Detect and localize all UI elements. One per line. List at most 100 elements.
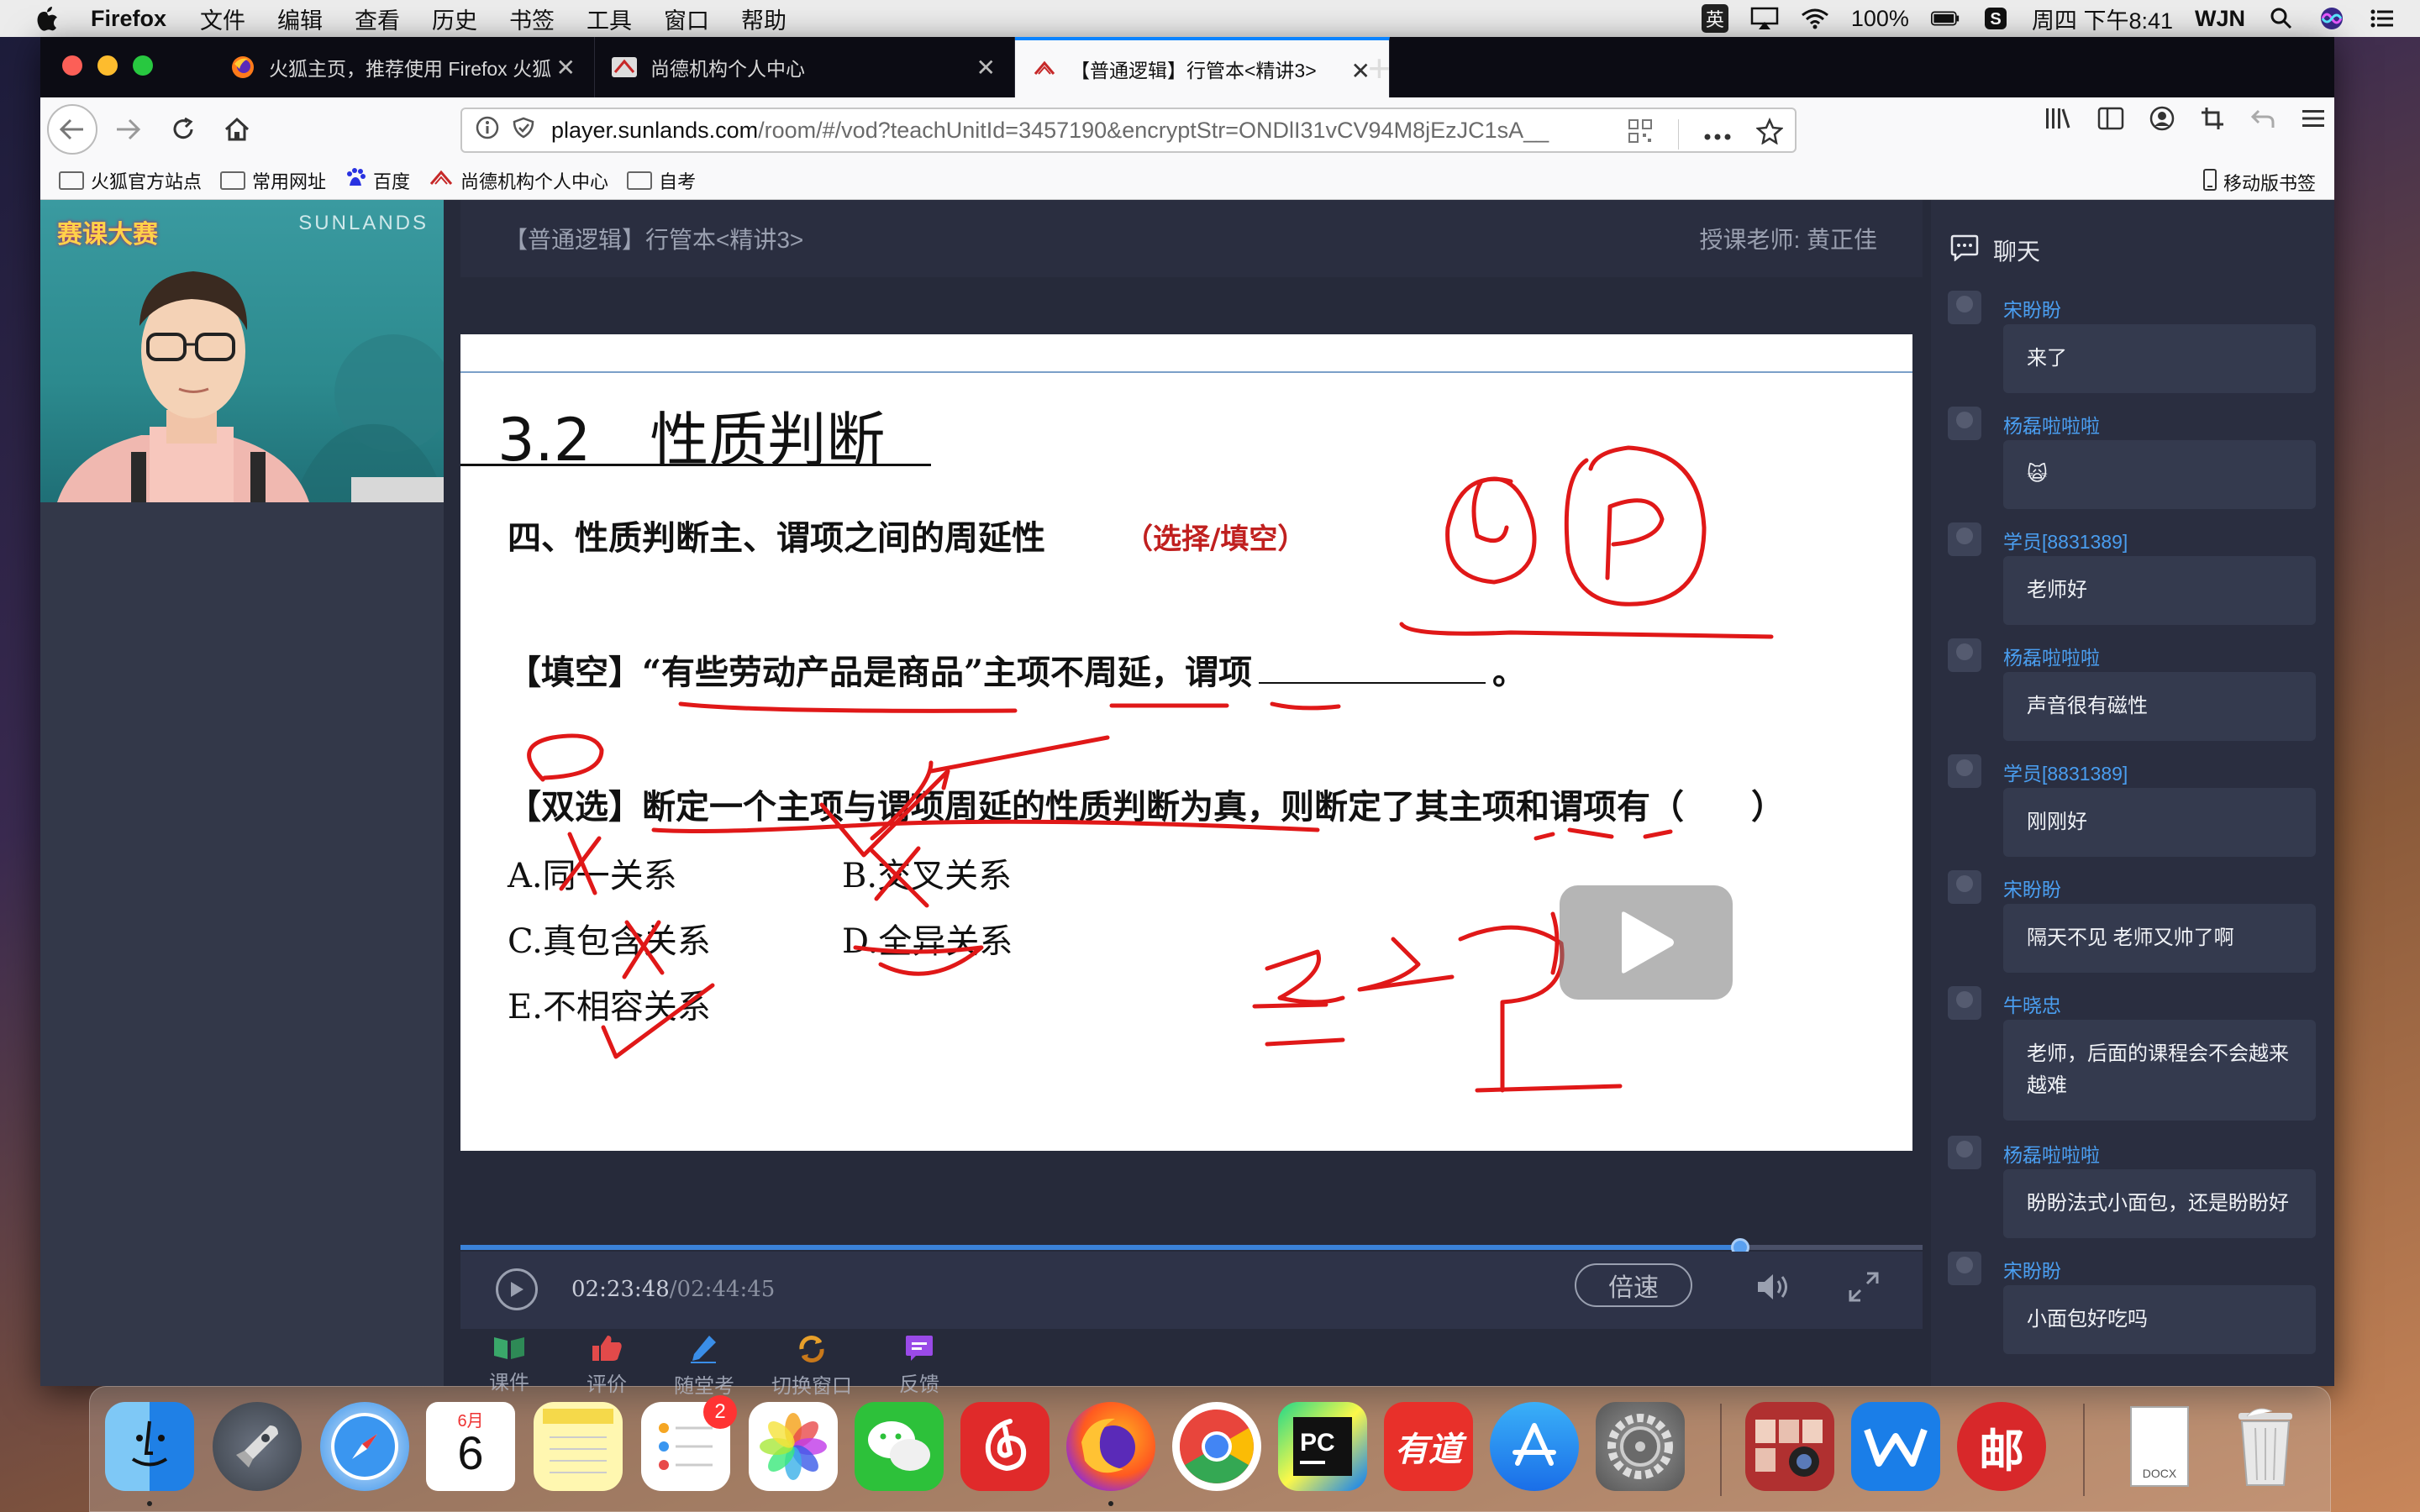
trash-icon[interactable]: [2221, 1402, 2310, 1491]
play-pause-button[interactable]: [496, 1268, 538, 1310]
close-tab-icon[interactable]: ✕: [976, 54, 996, 81]
running-indicator: [147, 1501, 152, 1506]
tab-lesson-active[interactable]: 【普通逻辑】行管本<精讲3> ✕: [1015, 37, 1390, 97]
mail-master-icon[interactable]: 邮: [1957, 1402, 2046, 1491]
bookmark-label: 自考: [659, 171, 697, 192]
menu-view[interactable]: 查看: [355, 3, 400, 35]
svg-text:S: S: [1990, 10, 2001, 29]
bookmark-mobile[interactable]: 移动版书签: [2202, 169, 2316, 196]
chat-message-list[interactable]: 宋盼盼 来了 杨磊啦啦啦 🙀 学员[8831389] 老师好 杨磊啦啦啦 声音很…: [1948, 291, 2317, 1368]
site-info-icon[interactable]: [476, 116, 501, 145]
menubar-clock[interactable]: 周四 下午8:41: [2032, 3, 2173, 35]
pycharm-icon[interactable]: PC: [1278, 1402, 1367, 1491]
notes-icon[interactable]: [534, 1402, 623, 1491]
lecture-slide[interactable]: 3.2 性质判断 四、性质判断主、谓项之间的周延性 （选择/填空） 【填空】“有…: [460, 334, 1912, 1151]
tool-switch-window[interactable]: 切换窗口: [753, 1329, 871, 1398]
notification-center-icon[interactable]: [2368, 6, 2396, 31]
chat-title: 聊天: [1993, 239, 2041, 265]
fullscreen-button[interactable]: [1847, 1270, 1889, 1312]
input-method-indicator[interactable]: 英: [1701, 4, 1728, 33]
app-store-icon[interactable]: [1490, 1402, 1579, 1491]
big-play-button[interactable]: [1560, 885, 1733, 1000]
progress-fill: [460, 1245, 1740, 1250]
forward-button[interactable]: [103, 104, 153, 155]
wifi-icon[interactable]: [1801, 6, 1829, 31]
battery-icon[interactable]: [1930, 6, 1960, 31]
chat-message: 杨磊啦啦啦 盼盼法式小面包，还是盼盼好: [1948, 1136, 2317, 1252]
library-icon[interactable]: [2044, 106, 2072, 135]
sidebar-icon[interactable]: [2097, 106, 2124, 135]
feedback-icon: [902, 1334, 936, 1362]
menu-edit[interactable]: 编辑: [277, 3, 323, 35]
zoom-window-button[interactable]: [133, 55, 153, 76]
page-actions-icon[interactable]: [1704, 121, 1731, 147]
volume-button[interactable]: [1754, 1270, 1797, 1312]
app-menu-firefox[interactable]: Firefox: [91, 6, 166, 32]
teacher-name: 授课老师: 黄正佳: [1699, 227, 1877, 253]
minimize-window-button[interactable]: [97, 55, 118, 76]
playback-progress-bar[interactable]: [460, 1238, 1923, 1257]
menu-bookmarks[interactable]: 书签: [509, 3, 555, 35]
bookmark-baidu[interactable]: 百度: [345, 167, 410, 194]
launchpad-icon[interactable]: [213, 1402, 302, 1491]
qr-code-icon[interactable]: [1628, 118, 1653, 150]
user-name[interactable]: WJN: [2195, 6, 2245, 32]
url-text[interactable]: player.sunlands.com/room/#/vod?teachUnit…: [551, 118, 1610, 144]
screenshot-icon[interactable]: [2200, 106, 2225, 135]
siri-icon[interactable]: [2317, 6, 2346, 31]
undo-icon[interactable]: [2250, 108, 2275, 134]
macos-menubar: Firefox 文件 编辑 查看 历史 书签 工具 窗口 帮助 英 100% S…: [0, 0, 2420, 37]
account-icon[interactable]: [2149, 106, 2175, 135]
bookmark-star-icon[interactable]: [1755, 117, 1784, 150]
teacher-webcam-video[interactable]: 赛课大赛 SUNLANDS: [40, 200, 444, 502]
tool-quiz[interactable]: 随堂考: [655, 1329, 753, 1398]
calendar-icon[interactable]: 6月 6: [426, 1402, 515, 1491]
calendar-day: 6: [457, 1426, 484, 1479]
spotlight-search-icon[interactable]: [2267, 6, 2296, 31]
address-bar[interactable]: player.sunlands.com/room/#/vod?teachUnit…: [460, 108, 1797, 153]
option-d: D.全异关系: [842, 922, 1013, 961]
menu-file[interactable]: 文件: [200, 3, 245, 35]
navigation-toolbar: player.sunlands.com/room/#/vod?teachUnit…: [40, 97, 2334, 161]
wps-icon[interactable]: [1851, 1402, 1940, 1491]
bookmark-sunlands-center[interactable]: 尚德机构个人中心: [429, 167, 608, 194]
reload-button[interactable]: [158, 104, 208, 155]
menu-window[interactable]: 窗口: [664, 3, 709, 35]
tab-firefox-home[interactable]: 火狐主页，推荐使用 Firefox 火狐 ✕: [213, 37, 595, 97]
youdao-dict-icon[interactable]: 有道: [1384, 1402, 1473, 1491]
netease-music-icon[interactable]: [960, 1402, 1050, 1491]
tab-sunlands-center[interactable]: 尚德机构个人中心 ✕: [595, 37, 1015, 97]
home-button[interactable]: [212, 104, 262, 155]
tracking-protection-icon[interactable]: [511, 115, 536, 146]
safari-icon[interactable]: [320, 1402, 409, 1491]
firefox-dock-icon[interactable]: [1066, 1402, 1155, 1491]
back-button[interactable]: [47, 104, 97, 155]
playback-speed-button[interactable]: 倍速: [1575, 1263, 1692, 1307]
tool-feedback[interactable]: 反馈: [871, 1329, 968, 1396]
menu-tools[interactable]: 工具: [587, 3, 632, 35]
airplay-icon[interactable]: [1750, 6, 1779, 31]
tab-title: 尚德机构个人中心: [650, 58, 805, 80]
photo-booth-icon[interactable]: [1745, 1402, 1834, 1491]
bookmark-zikao[interactable]: 自考: [627, 167, 696, 194]
docx-file-icon[interactable]: DOCX: [2115, 1402, 2204, 1491]
new-tab-button[interactable]: +: [1368, 45, 1391, 91]
reminders-icon[interactable]: 2: [641, 1395, 737, 1491]
chrome-icon[interactable]: [1172, 1402, 1261, 1491]
bookmark-label: 百度: [373, 171, 411, 192]
system-preferences-icon[interactable]: [1596, 1402, 1685, 1491]
menu-history[interactable]: 历史: [432, 3, 477, 35]
sogou-icon[interactable]: S: [1981, 6, 2010, 31]
close-window-button[interactable]: [62, 55, 82, 76]
app-menu-icon[interactable]: [2301, 108, 2326, 134]
finder-icon[interactable]: [105, 1402, 194, 1491]
wechat-icon[interactable]: [855, 1402, 944, 1491]
tool-courseware[interactable]: 课件: [460, 1329, 558, 1394]
photos-icon[interactable]: [749, 1402, 838, 1491]
bookmark-firefox-site[interactable]: 火狐官方站点: [59, 167, 202, 194]
close-tab-icon[interactable]: ✕: [556, 54, 576, 81]
tool-rating[interactable]: 评价: [558, 1329, 655, 1396]
menu-help[interactable]: 帮助: [741, 3, 786, 35]
apple-menu-icon[interactable]: [32, 3, 62, 34]
bookmark-common-sites[interactable]: 常用网址: [220, 167, 326, 194]
